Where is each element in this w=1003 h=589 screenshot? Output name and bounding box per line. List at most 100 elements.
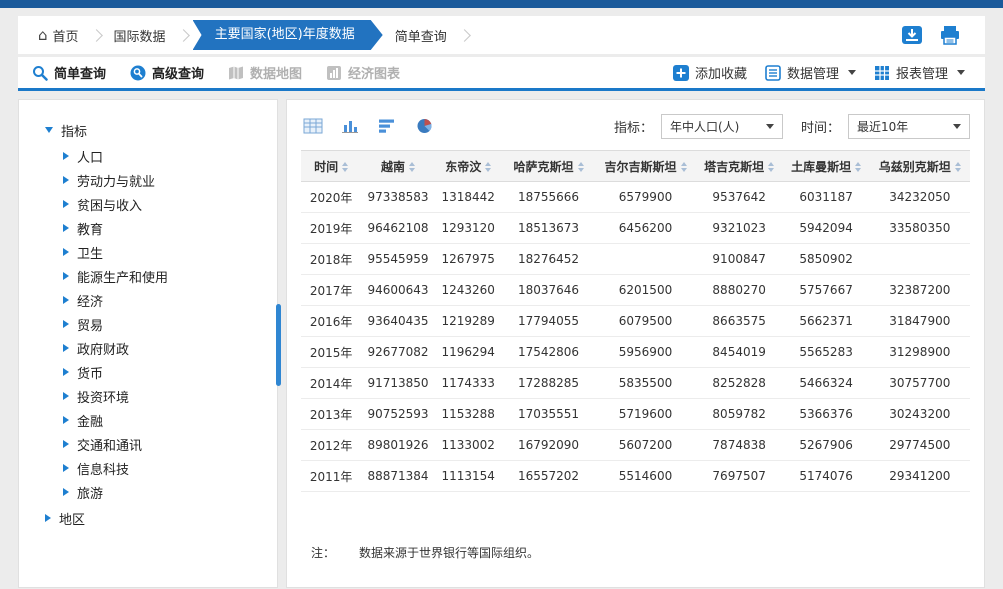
sidebar-item-9[interactable]: 货币: [63, 360, 277, 384]
column-header[interactable]: 吉尔吉斯斯坦: [595, 151, 695, 182]
triangle-right-icon: [63, 272, 69, 280]
table-row: 2018年95545959126797518276452910084758509…: [301, 244, 970, 275]
toolbar: 简单查询 高级查询 数据地图 经济图表 添加收藏 数据管理: [18, 57, 985, 91]
column-header[interactable]: 时间: [301, 151, 361, 182]
sidebar-item-3[interactable]: 教育: [63, 216, 277, 240]
indicator-select[interactable]: 年中人口(人): [661, 114, 783, 139]
table-cell: 91713850: [361, 368, 435, 399]
sidebar-item-0[interactable]: 人口: [63, 144, 277, 168]
table-cell: 5942094: [783, 213, 870, 244]
table-cell: 1153288: [435, 399, 502, 430]
footnote: 注： 数据来源于世界银行等国际组织。: [301, 544, 970, 561]
column-header[interactable]: 东帝汶: [435, 151, 502, 182]
sidebar-root-region[interactable]: 地区: [45, 504, 277, 532]
table-cell: 2019年: [301, 213, 361, 244]
column-header[interactable]: 越南: [361, 151, 435, 182]
sort-icon[interactable]: [681, 162, 687, 172]
table-view-button[interactable]: [301, 116, 325, 136]
sidebar-item-14[interactable]: 旅游: [63, 480, 277, 504]
sort-icon[interactable]: [409, 162, 415, 172]
sidebar-item-2[interactable]: 贫困与收入: [63, 192, 277, 216]
sidebar: 指标 人口劳动力与就业贫困与收入教育卫生能源生产和使用经济贸易政府财政货币投资环…: [18, 99, 278, 588]
splitter-handle[interactable]: [276, 304, 281, 386]
data-manage-menu[interactable]: 数据管理: [765, 63, 856, 82]
breadcrumb-home[interactable]: ⌂ 首页: [26, 26, 91, 45]
sidebar-item-10[interactable]: 投资环境: [63, 384, 277, 408]
table-cell: 90752593: [361, 399, 435, 430]
tree-item-label: 投资环境: [77, 387, 129, 406]
tree-item-label: 旅游: [77, 483, 103, 502]
home-icon: ⌂: [38, 28, 48, 43]
column-header[interactable]: 哈萨克斯坦: [502, 151, 596, 182]
table-grid-icon: [303, 118, 323, 134]
table-body: 2020年97338583131844218755666657990095376…: [301, 182, 970, 492]
breadcrumb: ⌂ 首页 国际数据 主要国家(地区)年度数据 简单查询: [18, 16, 985, 54]
toolbar-simple-query[interactable]: 简单查询: [32, 63, 106, 82]
sort-icon[interactable]: [485, 162, 491, 172]
data-manage-icon: [765, 65, 781, 81]
column-header[interactable]: 乌兹别克斯坦: [870, 151, 970, 182]
table-cell: 29774500: [870, 430, 970, 461]
column-header[interactable]: 土库曼斯坦: [783, 151, 870, 182]
table-cell: [870, 244, 970, 275]
sidebar-item-11[interactable]: 金融: [63, 408, 277, 432]
table-cell: 9321023: [696, 213, 783, 244]
column-header[interactable]: 塔吉克斯坦: [696, 151, 783, 182]
sidebar-item-7[interactable]: 贸易: [63, 312, 277, 336]
sidebar-item-12[interactable]: 交通和通讯: [63, 432, 277, 456]
table-cell: 1113154: [435, 461, 502, 492]
bar-chart-view-button[interactable]: [338, 116, 362, 136]
table-cell: 8880270: [696, 275, 783, 306]
table-cell: 89801926: [361, 430, 435, 461]
tree-item-label: 经济: [77, 291, 103, 310]
table-cell: 17542806: [502, 337, 596, 368]
table-cell: 18037646: [502, 275, 596, 306]
tree-item-label: 教育: [77, 219, 103, 238]
breadcrumb-tab-active[interactable]: 主要国家(地区)年度数据: [193, 20, 383, 50]
table-cell: 92677082: [361, 337, 435, 368]
add-favorite-button[interactable]: 添加收藏: [673, 63, 747, 82]
triangle-right-icon: [63, 176, 69, 184]
table-cell: 5850902: [783, 244, 870, 275]
download-button[interactable]: [899, 24, 925, 46]
table-cell: 16557202: [502, 461, 596, 492]
print-button[interactable]: [937, 24, 963, 46]
table-cell: 5719600: [595, 399, 695, 430]
breadcrumb-simple-query[interactable]: 简单查询: [383, 26, 459, 45]
time-select[interactable]: 最近10年: [848, 114, 970, 139]
sort-icon[interactable]: [768, 162, 774, 172]
sidebar-item-13[interactable]: 信息科技: [63, 456, 277, 480]
sidebar-item-1[interactable]: 劳动力与就业: [63, 168, 277, 192]
sidebar-root-indicators[interactable]: 指标: [45, 116, 277, 144]
tree-item-label: 卫生: [77, 243, 103, 262]
sort-icon[interactable]: [578, 162, 584, 172]
table-cell: 6031187: [783, 182, 870, 213]
top-strip: [0, 0, 1003, 8]
chevron-separator-icon: [90, 29, 103, 42]
pie-chart-view-button[interactable]: [412, 116, 436, 136]
footnote-prefix: 注：: [311, 544, 335, 561]
sort-icon[interactable]: [342, 162, 348, 172]
table-cell: 97338583: [361, 182, 435, 213]
table-cell: 5607200: [595, 430, 695, 461]
sort-icon[interactable]: [955, 162, 961, 172]
table-cell: 17288285: [502, 368, 596, 399]
time-select-value: 最近10年: [857, 118, 908, 135]
table-cell: 8454019: [696, 337, 783, 368]
header-action-icons: [899, 24, 963, 46]
sidebar-item-4[interactable]: 卫生: [63, 240, 277, 264]
report-manage-menu[interactable]: 报表管理: [874, 63, 965, 82]
table-cell: [595, 244, 695, 275]
breadcrumb-international-data[interactable]: 国际数据: [102, 26, 178, 45]
sidebar-item-8[interactable]: 政府财政: [63, 336, 277, 360]
sidebar-item-6[interactable]: 经济: [63, 288, 277, 312]
toolbar-advanced-query[interactable]: 高级查询: [130, 63, 204, 82]
ranked-bars-view-button[interactable]: [375, 116, 399, 136]
table-cell: 2013年: [301, 399, 361, 430]
table-cell: 2015年: [301, 337, 361, 368]
table-cell: 1243260: [435, 275, 502, 306]
triangle-down-icon: [45, 127, 53, 133]
chevron-separator-icon: [177, 29, 190, 42]
sort-icon[interactable]: [855, 162, 861, 172]
sidebar-item-5[interactable]: 能源生产和使用: [63, 264, 277, 288]
